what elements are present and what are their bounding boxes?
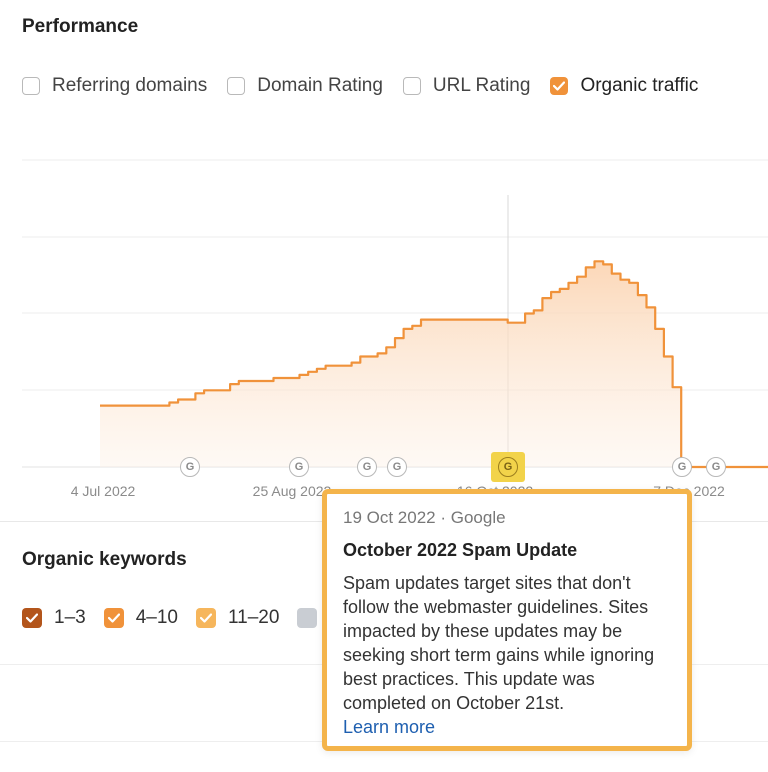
google-update-marker[interactable]: G (180, 457, 200, 477)
tooltip-meta: 19 Oct 2022 · Google (343, 508, 506, 527)
google-icon: G (498, 457, 518, 477)
range-1-3-label: 1–3 (54, 607, 86, 628)
organic-traffic-chart (22, 159, 768, 469)
google-update-marker[interactable]: G (672, 457, 692, 477)
checkmark-icon (103, 608, 124, 628)
google-update-marker[interactable]: G (706, 457, 726, 477)
range-4-10-checkbox[interactable]: 4–10 (103, 607, 178, 629)
keyword-range-toggles: 1–3 4–10 11–20 (22, 607, 347, 629)
range-11-20-checkbox[interactable]: 11–20 (195, 607, 280, 629)
tooltip-body: Spam updates target sites that don't fol… (343, 573, 655, 713)
google-update-marker[interactable]: G (387, 457, 407, 477)
update-tooltip: 19 Oct 2022 · Google October 2022 Spam U… (322, 489, 692, 751)
tooltip-title: October 2022 Spam Update (343, 540, 578, 560)
google-update-marker-active[interactable]: G (491, 452, 525, 482)
traffic-area (100, 261, 768, 467)
range-11-20-label: 11–20 (227, 607, 280, 628)
checkmark-icon (195, 608, 216, 628)
organic-keywords-title: Organic keywords (22, 549, 187, 570)
x-tick-label: 4 Jul 2022 (70, 483, 136, 499)
x-tick-label: 25 Aug 2022 (252, 483, 332, 499)
range-1-3-checkbox[interactable]: 1–3 (22, 607, 86, 629)
checkmark-icon (297, 608, 318, 628)
range-4-10-label: 4–10 (135, 607, 178, 628)
google-update-marker[interactable]: G (289, 457, 309, 477)
google-update-marker[interactable]: G (357, 457, 377, 477)
learn-more-link[interactable]: Learn more (343, 715, 671, 739)
checkmark-icon (22, 608, 42, 628)
